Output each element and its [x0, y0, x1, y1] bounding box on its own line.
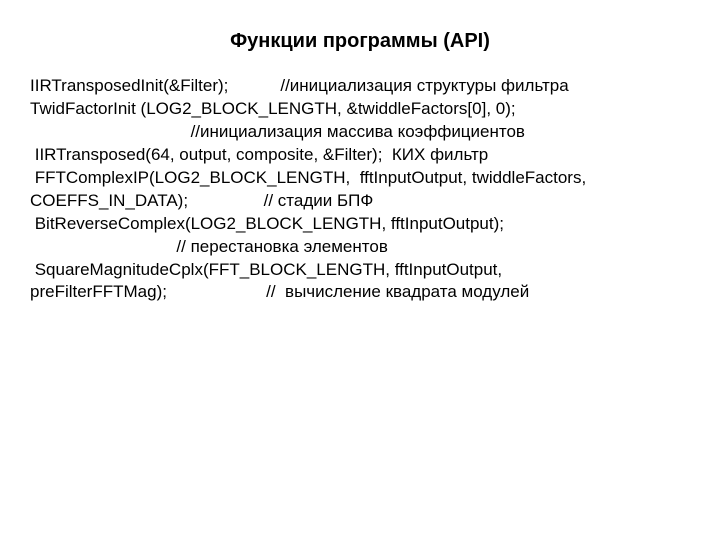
- code-line: FFTComplexIP(LOG2_BLOCK_LENGTH, fftInput…: [30, 167, 690, 190]
- document-page: Функции программы (API) IIRTransposedIni…: [0, 0, 720, 304]
- code-line: preFilterFFTMag); // вычисление квадрата…: [30, 281, 690, 304]
- code-line: COEFFS_IN_DATA); // стадии БПФ: [30, 190, 690, 213]
- code-line: TwidFactorInit (LOG2_BLOCK_LENGTH, &twid…: [30, 98, 690, 121]
- page-title: Функции программы (API): [30, 30, 690, 53]
- code-line: // перестановка элементов: [30, 236, 690, 259]
- code-line: IIRTransposed(64, output, composite, &Fi…: [30, 144, 690, 167]
- code-line: IIRTransposedInit(&Filter); //инициализа…: [30, 75, 690, 98]
- code-line: //инициализация массива коэффициентов: [30, 121, 690, 144]
- code-line: BitReverseComplex(LOG2_BLOCK_LENGTH, fft…: [30, 213, 690, 236]
- code-line: SquareMagnitudeCplx(FFT_BLOCK_LENGTH, ff…: [30, 259, 690, 282]
